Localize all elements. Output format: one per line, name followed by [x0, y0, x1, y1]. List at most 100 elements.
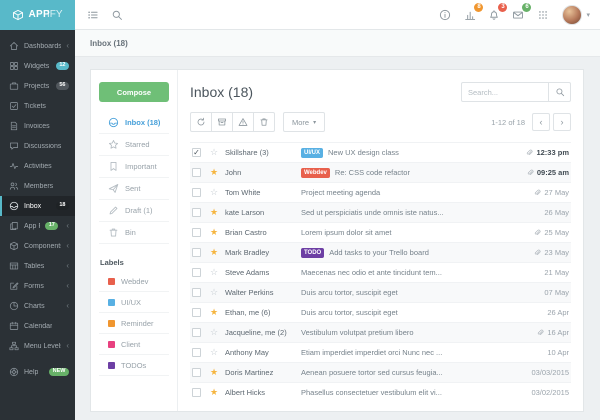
- mail-label-webdev[interactable]: Webdev: [99, 271, 169, 292]
- email-row[interactable]: ★ Mark Bradley TODO Add tasks to your Tr…: [190, 242, 571, 262]
- info-button[interactable]: [433, 0, 457, 30]
- email-checkbox[interactable]: [192, 208, 201, 217]
- star-icon[interactable]: ★: [208, 368, 220, 377]
- email-checkbox[interactable]: [192, 248, 201, 257]
- refresh-button[interactable]: [190, 112, 212, 132]
- label-color-swatch: [108, 362, 115, 369]
- email-checkbox[interactable]: ✓: [192, 148, 201, 157]
- email-row[interactable]: ★ kate Larson Sed ut perspiciatis unde o…: [190, 202, 571, 222]
- chart-button[interactable]: 8: [458, 0, 482, 30]
- label-color-swatch: [108, 341, 115, 348]
- search-submit-button[interactable]: [549, 82, 571, 102]
- apps-grid-button[interactable]: [531, 0, 555, 30]
- mail-folder-inbox-18[interactable]: Inbox (18): [99, 112, 169, 134]
- sidebar-item-projects[interactable]: Projects 56: [0, 76, 75, 96]
- sidebar-item-help[interactable]: Help NEW: [0, 362, 75, 382]
- discussions-icon: [9, 141, 19, 151]
- chevron-left-icon: ‹: [66, 342, 69, 350]
- mail-label-client[interactable]: Client: [99, 334, 169, 355]
- sidebar-item-inbox[interactable]: Inbox 18: [0, 196, 75, 216]
- sidebar-item-discussions[interactable]: Discussions: [0, 136, 75, 156]
- email-row[interactable]: ☆ Anthony May Etiam imperdiet imperdiet …: [190, 342, 571, 362]
- mail-folder-important[interactable]: Important: [99, 156, 169, 178]
- bin-button[interactable]: [253, 112, 275, 132]
- grid-icon: [537, 9, 549, 21]
- chevron-left-icon: ‹: [66, 242, 69, 250]
- sidebar-item-tables[interactable]: Tables ‹: [0, 256, 75, 276]
- star-icon[interactable]: ★: [208, 208, 220, 217]
- search-input[interactable]: [461, 82, 549, 102]
- star-icon: [108, 139, 119, 150]
- email-row[interactable]: ★ John Webdev Re: CSS code refactor 09:2…: [190, 162, 571, 182]
- next-page-button[interactable]: ›: [553, 113, 571, 131]
- email-row[interactable]: ★ Brian Castro Lorem ipsum dolor sit ame…: [190, 222, 571, 242]
- email-checkbox[interactable]: [192, 188, 201, 197]
- mail-button[interactable]: 6: [506, 0, 530, 30]
- sidebar-item-label: Widgets: [24, 63, 49, 70]
- mail-folder-sent[interactable]: Sent: [99, 178, 169, 200]
- email-row[interactable]: ☆ Jacqueline, me (2) Vestibulum volutpat…: [190, 322, 571, 342]
- mail-label-todos[interactable]: TODOs: [99, 355, 169, 376]
- email-row[interactable]: ✓ ☆ Skillshare (3) UI/UX New UX design c…: [190, 142, 571, 162]
- warning-button[interactable]: [232, 112, 254, 132]
- compose-button[interactable]: Compose: [99, 82, 169, 102]
- email-checkbox[interactable]: [192, 288, 201, 297]
- star-icon[interactable]: ☆: [208, 348, 220, 357]
- header-search-button[interactable]: [105, 0, 129, 30]
- bell-button[interactable]: 3: [482, 0, 506, 30]
- email-sender: Doris Martinez: [225, 368, 301, 377]
- mail-label-ui-ux[interactable]: UI/UX: [99, 292, 169, 313]
- more-dropdown-button[interactable]: More ▾: [283, 112, 325, 132]
- chevron-left-icon: ‹: [66, 42, 69, 50]
- email-checkbox[interactable]: [192, 168, 201, 177]
- sidebar-item-invoices[interactable]: Invoices: [0, 116, 75, 136]
- email-row[interactable]: ☆ Steve Adams Maecenas nec odio et ante …: [190, 262, 571, 282]
- email-checkbox[interactable]: [192, 388, 201, 397]
- archive-button[interactable]: [211, 112, 233, 132]
- email-row[interactable]: ★ Ethan, me (6) Duis arcu tortor, suscip…: [190, 302, 571, 322]
- sidebar-item-forms[interactable]: Forms ‹: [0, 276, 75, 296]
- email-checkbox[interactable]: [192, 228, 201, 237]
- star-icon[interactable]: ☆: [208, 288, 220, 297]
- star-icon[interactable]: ★: [208, 228, 220, 237]
- mail-folder-starred[interactable]: Starred: [99, 134, 169, 156]
- sidebar-item-components[interactable]: Components ‹: [0, 236, 75, 256]
- sidebar-item-tickets[interactable]: Tickets: [0, 96, 75, 116]
- mail-card: Compose Inbox (18) Starred Important Sen…: [90, 69, 584, 412]
- sidebar-item-calendar[interactable]: Calendar: [0, 316, 75, 336]
- sidebar-toggle-button[interactable]: [81, 0, 105, 30]
- user-avatar[interactable]: [562, 5, 582, 25]
- prev-page-button[interactable]: ‹: [532, 113, 550, 131]
- archive-icon: [217, 117, 227, 127]
- email-row[interactable]: ☆ Walter Perkins Duis arcu tortor, susci…: [190, 282, 571, 302]
- sidebar-item-widgets[interactable]: Widgets 12: [0, 56, 75, 76]
- star-icon[interactable]: ★: [208, 308, 220, 317]
- email-row[interactable]: ☆ Tom White Project meeting agenda 27 Ma…: [190, 182, 571, 202]
- sidebar-item-members[interactable]: Members: [0, 176, 75, 196]
- email-row[interactable]: ★ Albert Hicks Phasellus consectetuer ve…: [190, 382, 571, 402]
- star-icon[interactable]: ☆: [208, 188, 220, 197]
- star-icon[interactable]: ☆: [208, 328, 220, 337]
- star-icon[interactable]: ☆: [208, 268, 220, 277]
- sidebar-item-menu-levels[interactable]: Menu Levels ‹: [0, 336, 75, 356]
- star-icon[interactable]: ★: [208, 168, 220, 177]
- caret-down-icon[interactable]: ▾: [586, 11, 590, 19]
- email-row[interactable]: ★ Doris Martinez Aenean posuere tortor s…: [190, 362, 571, 382]
- sidebar-item-charts[interactable]: Charts ‹: [0, 296, 75, 316]
- main-sidebar: Dashboards ‹ Widgets 12 Projects 56 Tick…: [0, 30, 75, 420]
- star-icon[interactable]: ★: [208, 248, 220, 257]
- mail-folder-bin[interactable]: Bin: [99, 222, 169, 244]
- email-checkbox[interactable]: [192, 328, 201, 337]
- sidebar-item-app-pages[interactable]: App Pages 17 ‹: [0, 216, 75, 236]
- email-checkbox[interactable]: [192, 308, 201, 317]
- brand-logo[interactable]: APPIFY: [0, 0, 75, 30]
- mail-label-reminder[interactable]: Reminder: [99, 313, 169, 334]
- star-icon[interactable]: ☆: [208, 148, 220, 157]
- mail-folder-draft-1[interactable]: Draft (1): [99, 200, 169, 222]
- email-checkbox[interactable]: [192, 268, 201, 277]
- email-checkbox[interactable]: [192, 348, 201, 357]
- email-checkbox[interactable]: [192, 368, 201, 377]
- sidebar-item-activities[interactable]: Activities: [0, 156, 75, 176]
- star-icon[interactable]: ★: [208, 388, 220, 397]
- sidebar-item-dashboards[interactable]: Dashboards ‹: [0, 36, 75, 56]
